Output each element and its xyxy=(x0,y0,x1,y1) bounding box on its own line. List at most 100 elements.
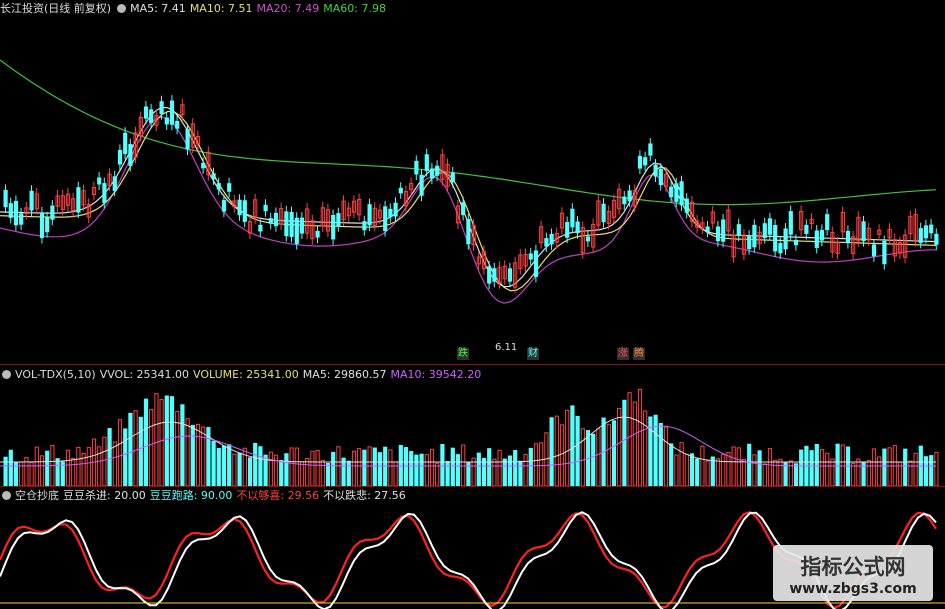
volume-bar xyxy=(107,428,112,487)
candle-body xyxy=(585,236,591,242)
event-tag[interactable]: 涨 xyxy=(617,348,629,360)
candle-body xyxy=(918,228,923,243)
candle-body xyxy=(294,217,299,245)
volume-bar xyxy=(793,463,799,487)
candle-body xyxy=(336,213,341,227)
volume-bar xyxy=(253,442,258,487)
volume-bar xyxy=(258,446,263,487)
settings-circle-icon[interactable] xyxy=(2,490,11,500)
volume-bar xyxy=(325,463,331,487)
event-tag[interactable]: 腾 xyxy=(633,348,645,360)
volume-bar xyxy=(86,447,91,487)
vol-ma5-readout: MA5: 29860.57 xyxy=(302,368,387,381)
indicator-b: 豆豆跑路: 90.00 xyxy=(149,489,233,502)
volume-bar xyxy=(773,459,778,487)
volume-bar xyxy=(403,447,409,487)
volume-bar xyxy=(143,398,149,487)
volume-bar xyxy=(216,448,221,487)
volume-bar xyxy=(819,449,825,487)
volume-bar xyxy=(788,460,793,487)
volume-bar xyxy=(721,453,726,487)
volume-bar xyxy=(710,456,715,487)
volume-bar xyxy=(809,450,814,487)
candle-body xyxy=(627,190,632,202)
volume-bar xyxy=(351,450,357,487)
volume-header: VOL-TDX(5,10) VVOL: 25341.00 VOLUME: 25341… xyxy=(0,368,485,382)
candle-body xyxy=(8,203,13,218)
volume-bar xyxy=(929,455,934,487)
candle-body xyxy=(882,240,887,265)
candle-body xyxy=(112,176,117,191)
volume-bar xyxy=(507,455,513,487)
volume-bar xyxy=(565,409,570,487)
volume-bar xyxy=(289,447,294,487)
volume-bar xyxy=(315,449,320,487)
candle-body xyxy=(570,208,575,228)
volume-bar xyxy=(632,401,637,487)
volume-bar xyxy=(539,442,544,487)
volume-bar xyxy=(689,453,695,487)
volume-bar xyxy=(502,458,507,487)
volume-bar xyxy=(221,445,227,487)
volume-bar xyxy=(8,449,13,487)
volume-bar xyxy=(445,461,450,487)
candle-body xyxy=(533,250,539,277)
volume-bar xyxy=(232,453,237,487)
candle-body xyxy=(674,183,679,202)
candle-body xyxy=(861,221,866,242)
panel-divider xyxy=(0,364,945,365)
indicator-name: 空仓抄底 xyxy=(15,489,59,502)
volume-bar xyxy=(242,447,247,487)
candle-body xyxy=(715,226,721,242)
vol-ma10-readout: MA10: 39542.20 xyxy=(390,368,482,381)
volume-bar xyxy=(596,428,601,487)
volume-bar xyxy=(414,454,419,487)
candle-body xyxy=(221,200,227,212)
volume-bar xyxy=(752,454,757,487)
watermark-url: www.zbgs3.com xyxy=(789,581,917,597)
volume-bar xyxy=(695,458,700,487)
settings-circle-icon[interactable] xyxy=(2,369,11,379)
event-tag[interactable]: 跌 xyxy=(457,348,469,360)
candle-body xyxy=(492,268,497,282)
candle-body xyxy=(705,226,710,232)
volume-bar xyxy=(383,446,388,487)
candle-body xyxy=(637,155,643,169)
volume-bar xyxy=(450,447,455,487)
candle-body xyxy=(268,218,273,224)
volume-bar xyxy=(767,448,773,487)
volume-bar xyxy=(580,428,585,487)
candle-body xyxy=(528,253,533,260)
volume-bar xyxy=(55,458,60,487)
candle-body xyxy=(871,244,877,257)
volume-bar xyxy=(856,458,861,487)
volume-bar xyxy=(487,448,492,487)
candle-body xyxy=(175,120,180,129)
volume-bar xyxy=(169,396,175,487)
volume-bar xyxy=(908,460,913,487)
candle-body xyxy=(575,221,580,234)
volume-bar xyxy=(336,446,341,487)
volume-bar xyxy=(419,453,424,487)
volume-bar xyxy=(492,458,497,487)
volume-bar xyxy=(840,444,845,487)
volume-bar xyxy=(123,428,128,487)
event-tag[interactable]: 财 xyxy=(527,348,539,360)
volume-bar xyxy=(851,462,856,487)
volume-bar xyxy=(497,449,502,487)
candle-body xyxy=(242,200,247,222)
volume-bar xyxy=(825,452,830,487)
candle-body xyxy=(19,213,24,225)
volume-bar xyxy=(617,407,622,487)
candle-body xyxy=(299,217,305,234)
price-chart-canvas[interactable] xyxy=(0,0,945,609)
candle-body xyxy=(367,204,372,226)
volume-bar xyxy=(762,463,767,487)
volume-bar xyxy=(627,392,632,487)
volume-bar xyxy=(429,448,435,487)
candle-body xyxy=(461,202,466,216)
candle-body xyxy=(684,198,689,213)
volume-bar xyxy=(715,458,721,487)
volume-bar xyxy=(923,456,929,487)
candle-body xyxy=(466,219,471,245)
